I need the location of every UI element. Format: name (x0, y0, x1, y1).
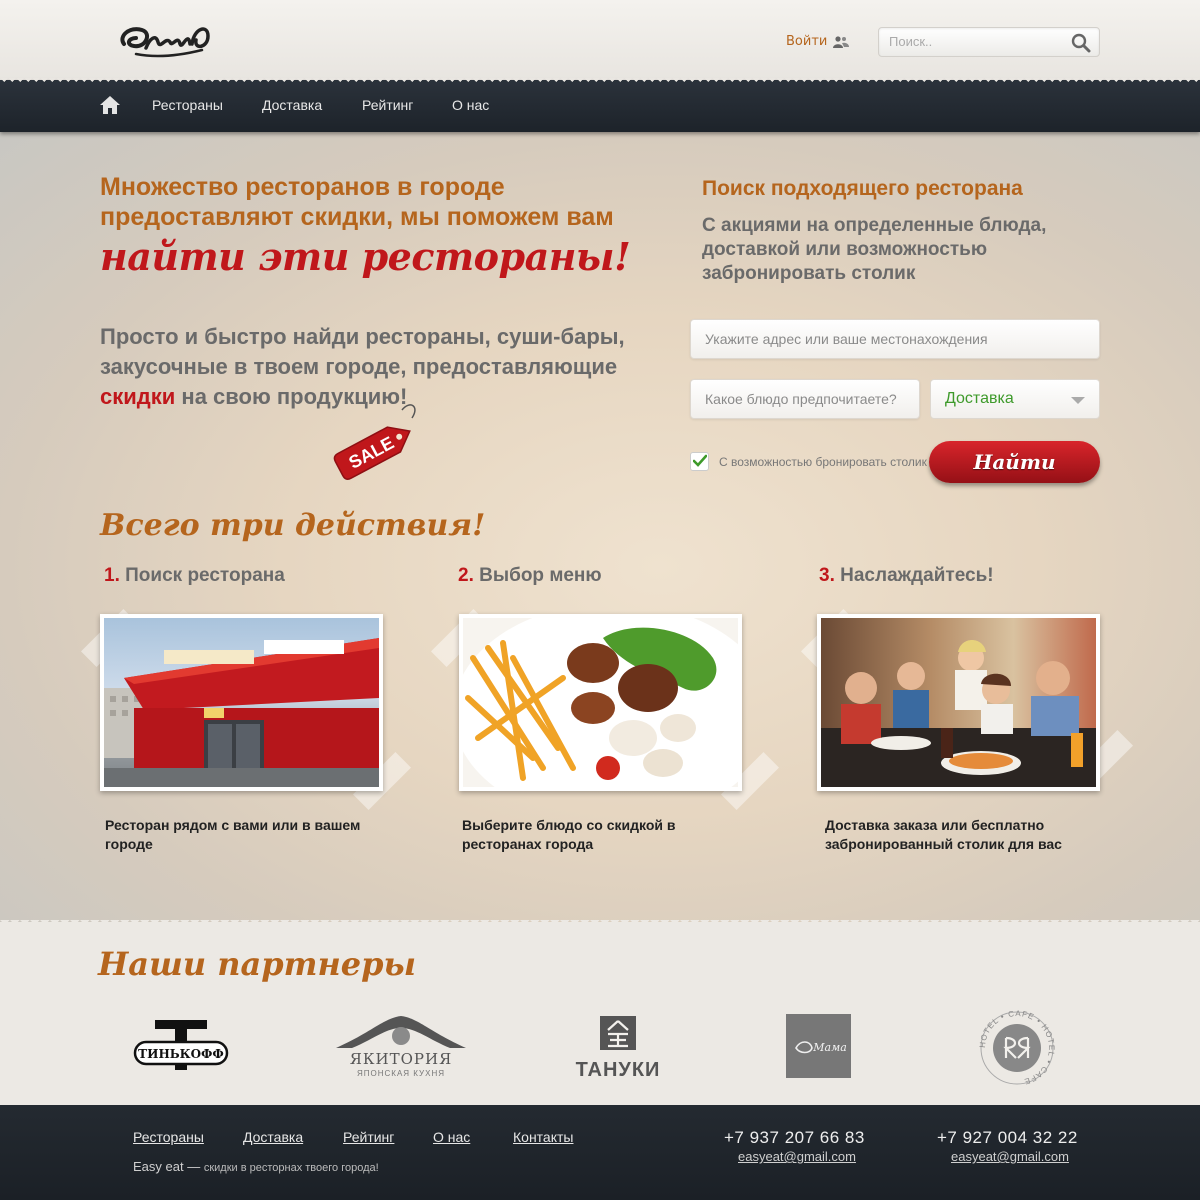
footer-link-restaurants[interactable]: Рестораны (133, 1129, 204, 1145)
address-input[interactable] (691, 320, 1099, 358)
partner-mama-text: Мама (812, 1041, 847, 1054)
steps-title: Всего три действия! (100, 508, 486, 543)
footer-link-rating[interactable]: Рейтинг (343, 1129, 394, 1145)
step-description-2: Выберите блюдо со скидкой в ресторанах г… (462, 817, 676, 852)
footer-email-2[interactable]: easyeat@gmail.com (951, 1149, 1069, 1164)
hero-sub-red: скидки (100, 384, 176, 409)
footer-brand: Easy eat — (133, 1159, 201, 1174)
footer-email-1[interactable]: easyeat@gmail.com (738, 1149, 856, 1164)
finder-subtitle: С акциями на определенные блюда, доставк… (702, 215, 1047, 284)
hero-script-heading: найти эти рестораны! (100, 234, 631, 279)
footer-link-about[interactable]: О нас (433, 1129, 470, 1145)
service-select-value: Доставка (945, 390, 1014, 407)
login-link[interactable]: Войти (786, 34, 850, 49)
nav-item-about[interactable]: О нас (452, 97, 489, 113)
step-heading-2: 2. Выбор меню (458, 565, 602, 587)
partners-title: Наши партнеры (98, 945, 417, 983)
step-title: Поиск ресторана (125, 565, 285, 586)
login-label: Войти (786, 34, 828, 49)
partner-logo-tanuki[interactable]: ТАНУКИ (556, 1014, 680, 1081)
partner-logo-tinkoff[interactable]: ТИНЬКОФФ (133, 1018, 229, 1072)
booking-checkbox-label: С возможностью бронировать столик (719, 455, 927, 469)
address-field-wrap (690, 319, 1100, 359)
footer-link-contacts[interactable]: Контакты (513, 1129, 573, 1145)
step-description-3: Доставка заказа или бесплатно заброниров… (825, 817, 1062, 852)
search-box (878, 27, 1100, 57)
find-button[interactable]: Найти (929, 441, 1100, 483)
step-number: 1. (104, 565, 120, 586)
main-nav: Рестораны Доставка Рейтинг О нас (0, 80, 1200, 132)
nav-item-rating[interactable]: Рейтинг (362, 97, 413, 113)
footer-link-delivery[interactable]: Доставка (243, 1129, 303, 1145)
search-icon[interactable] (1071, 33, 1091, 53)
footer-phone-1: +7 937 207 66 83 (724, 1128, 865, 1147)
step-number: 3. (819, 565, 835, 586)
finder-title: Поиск подходящего ресторана (702, 177, 1023, 200)
partner-logo-rr-hotel[interactable]: HOTEL • CAFE • HOTEL • CAFE (976, 1009, 1058, 1086)
partner-tinkoff-text: ТИНЬКОФФ (138, 1047, 224, 1061)
nav-item-restaurants[interactable]: Рестораны (152, 97, 223, 113)
footer-slogan: Easy eat — скидки в ресторнах твоего гор… (133, 1159, 379, 1174)
step-photo-food (459, 614, 742, 791)
partner-yakitoriya-text: ЯКИТОРИЯ (350, 1050, 452, 1068)
partner-logo-yakitoriya[interactable]: ЯКИТОРИЯ ЯПОНСКАЯ КУХНЯ (332, 1012, 470, 1080)
step-number: 2. (458, 565, 474, 586)
step-title: Выбор меню (479, 565, 602, 586)
footer-slogan-text: скидки в ресторнах твоего города! (203, 1162, 379, 1174)
booking-checkbox[interactable] (690, 452, 709, 471)
step-heading-3: 3. Наслаждайтесь! (819, 565, 994, 587)
service-select[interactable]: Доставка (930, 379, 1100, 419)
dish-field-wrap (690, 379, 920, 419)
hero-sub-before: Просто и быстро найди рестораны, суши-ба… (100, 324, 625, 379)
sale-tag-icon: SALE (330, 400, 425, 480)
partner-yakitoriya-subtext: ЯПОНСКАЯ КУХНЯ (357, 1069, 445, 1078)
checkmark-icon (693, 454, 707, 467)
partner-tanuki-text: ТАНУКИ (576, 1059, 661, 1080)
home-icon[interactable] (100, 96, 120, 114)
dish-input[interactable] (691, 380, 919, 418)
search-input[interactable] (889, 34, 1059, 49)
step-description-1: Ресторан рядом с вами или в вашем городе (105, 817, 361, 852)
partner-logo-mama[interactable]: Мама (786, 1014, 851, 1078)
step-heading-1: 1. Поиск ресторана (104, 565, 285, 587)
nav-item-delivery[interactable]: Доставка (262, 97, 322, 113)
hero-subtext: Просто и быстро найди рестораны, суши-ба… (100, 322, 640, 412)
user-icon (833, 35, 850, 48)
header-bar: Войти (0, 0, 1200, 86)
step-photo-restaurant (100, 614, 383, 791)
step-title: Наслаждайтесь! (840, 565, 994, 586)
chevron-down-icon (1071, 397, 1085, 404)
site-logo[interactable] (116, 14, 214, 64)
footer-phone-2: +7 927 004 32 22 (937, 1128, 1078, 1147)
hero-lead: Множество ресторанов в городе предоставл… (100, 173, 614, 231)
step-photo-enjoy (817, 614, 1100, 791)
